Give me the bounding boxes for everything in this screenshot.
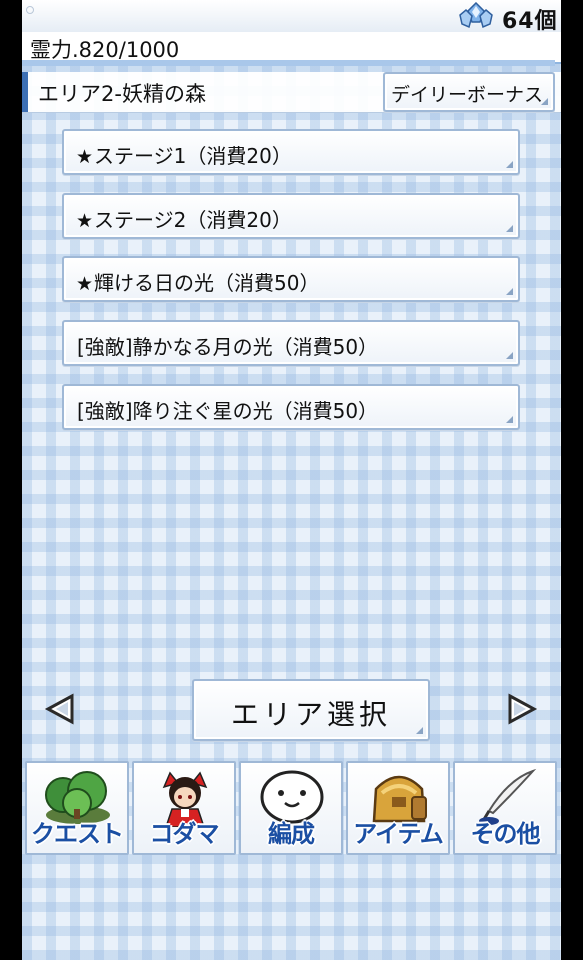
area-title: エリア2-妖精の森 <box>38 82 206 106</box>
menu-item-button[interactable]: アイテム <box>346 761 450 855</box>
stage-label: [強敵]静かなる月の光（消費50） <box>77 335 379 359</box>
blue-crystal-icon <box>459 2 493 29</box>
area-select-button[interactable]: エリア選択 <box>192 679 430 741</box>
crystal-count: 64個 <box>502 9 558 34</box>
menu-formation-button[interactable]: 編成 <box>239 761 343 855</box>
star-icon: ★ <box>76 273 94 295</box>
left-arrow-icon[interactable] <box>44 692 78 726</box>
menu-formation-label: 編成 <box>268 820 315 848</box>
stage-button-4[interactable]: [強敵]静かなる月の光（消費50） <box>62 320 520 366</box>
menu-kodama-button[interactable]: コダマ <box>132 761 236 855</box>
menu-other-button[interactable]: その他 <box>453 761 557 855</box>
area-header-accent <box>22 72 28 112</box>
status-bar: 64個 <box>22 0 561 34</box>
game-screen: 64個 霊力.820/1000 エリア2-妖精の森 デイリーボーナス ★ステージ… <box>22 0 561 960</box>
stage-label: 輝ける日の光（消費50） <box>94 271 320 295</box>
stage-label: [強敵]降り注ぐ星の光（消費50） <box>77 399 379 423</box>
stage-button-1[interactable]: ★ステージ1（消費20） <box>62 129 520 175</box>
menu-other-label: その他 <box>470 820 541 848</box>
right-arrow-icon[interactable] <box>504 692 538 726</box>
menu-item-label: アイテム <box>353 820 444 848</box>
menu-quest-label: クエスト <box>31 820 124 848</box>
menu-kodama-label: コダマ <box>149 820 220 848</box>
daily-bonus-button[interactable]: デイリーボーナス <box>383 72 555 112</box>
stage-button-5[interactable]: [強敵]降り注ぐ星の光（消費50） <box>62 384 520 430</box>
status-dot <box>26 6 34 14</box>
menu-quest-button[interactable]: クエスト <box>25 761 129 855</box>
stage-button-2[interactable]: ★ステージ2（消費20） <box>62 193 520 239</box>
star-icon: ★ <box>76 146 94 168</box>
star-icon: ★ <box>76 210 94 232</box>
stage-label: ステージ1（消費20） <box>94 144 292 168</box>
stage-button-3[interactable]: ★輝ける日の光（消費50） <box>62 256 520 302</box>
stage-label: ステージ2（消費20） <box>94 208 292 232</box>
spirit-power-gauge <box>22 60 555 66</box>
bottom-menu: クエスト コダマ 編成 アイテム その他 <box>25 761 558 855</box>
